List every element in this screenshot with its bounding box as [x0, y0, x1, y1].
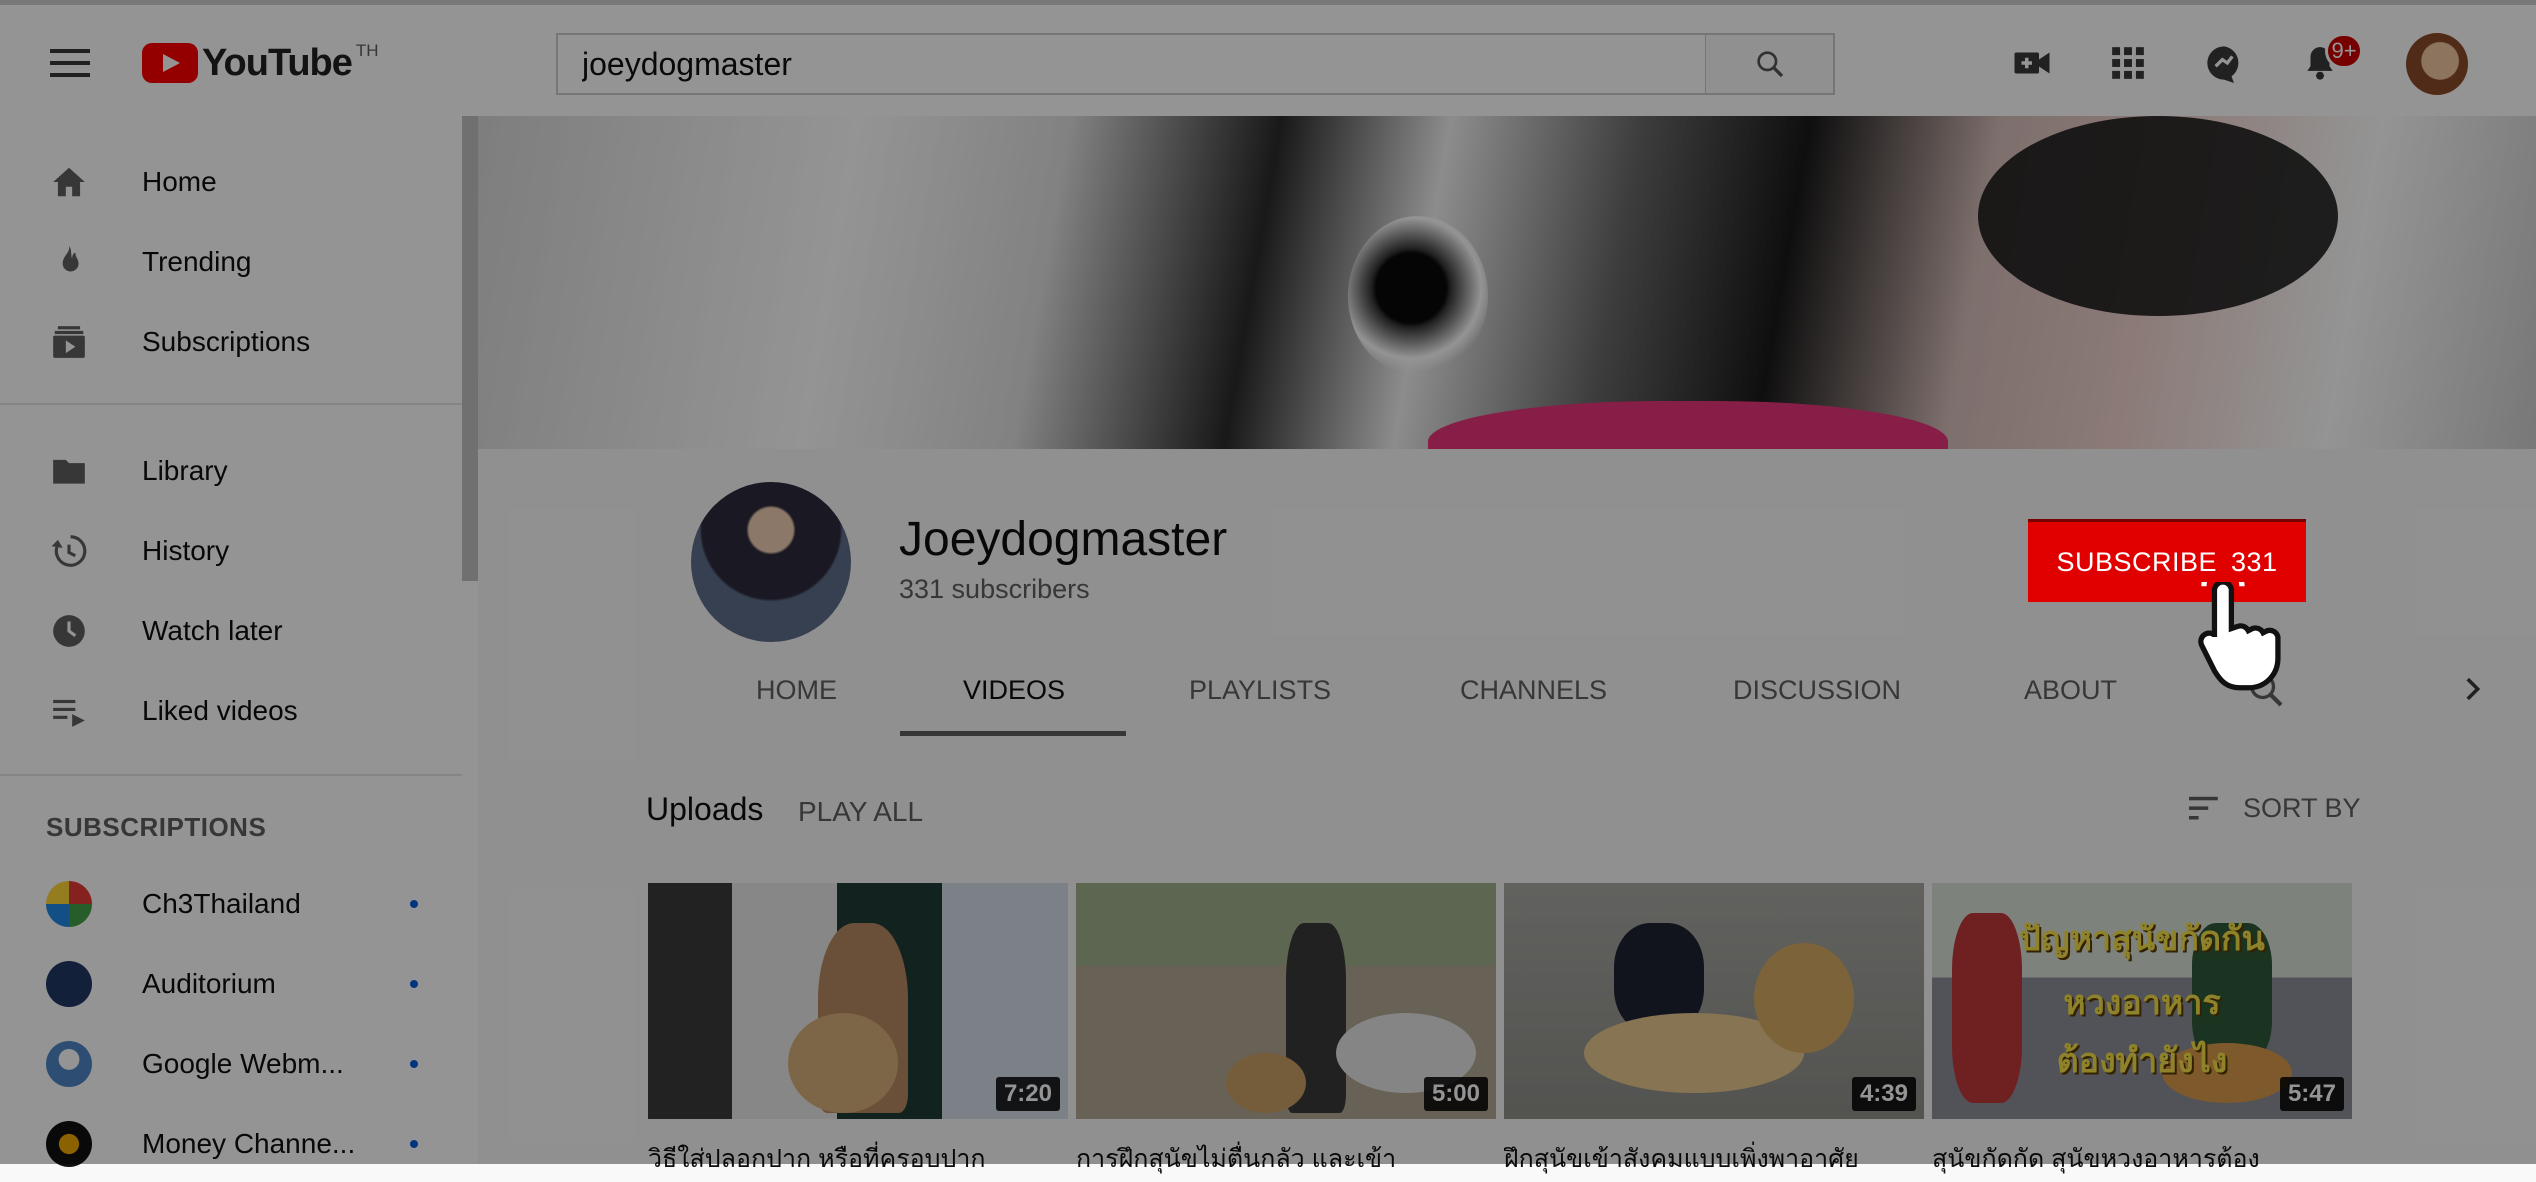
tab-discussion[interactable]: DISCUSSION — [1733, 660, 1901, 720]
thumbnail-text: ปัญหาสุนัขกัดกัน — [2019, 920, 2265, 958]
sidebar-item-trending[interactable]: Trending — [0, 222, 462, 302]
channel-name: Joeydogmaster — [899, 513, 1228, 566]
sidebar-item-label: Library — [142, 455, 228, 486]
apps-grid-icon — [2112, 47, 2144, 79]
subscribe-count: 331 — [2230, 546, 2278, 577]
sidebar-item-label: Home — [142, 166, 217, 197]
video-camera-icon — [2014, 52, 2050, 74]
menu-icon[interactable] — [50, 49, 90, 77]
youtube-logo[interactable]: YouTube TH — [142, 41, 379, 84]
video-title[interactable]: สุนัขกัดกัด สุนัขหวงอาหารต้อง — [1932, 1139, 2352, 1179]
folder-icon — [48, 450, 90, 492]
tab-about[interactable]: ABOUT — [2024, 660, 2117, 720]
video-duration: 4:39 — [1851, 1077, 1916, 1111]
video-title[interactable]: การฝึกสุนัขไม่ตื่นกลัว และเข้า — [1076, 1139, 1496, 1179]
sidebar-item-label: Liked videos — [142, 695, 298, 726]
subscriber-count: 331 subscribers — [899, 574, 1090, 604]
video-card[interactable]: 7:20 วิธีใส่ปลอกปาก หรือที่ครอบปาก — [648, 883, 1068, 1179]
logo-text: YouTube — [202, 41, 353, 84]
thumbnail-text: หวงอาหาร — [2063, 984, 2221, 1022]
apps-button[interactable] — [2104, 39, 2152, 87]
search-input[interactable] — [558, 35, 1705, 93]
sidebar-item-label: Trending — [142, 246, 252, 277]
sidebar-item-label: History — [142, 535, 230, 566]
sort-by-button[interactable]: SORT BY — [2185, 784, 2361, 832]
sidebar-item-label: Watch later — [142, 615, 283, 646]
video-thumbnail[interactable]: 4:39 — [1504, 883, 1924, 1119]
video-title[interactable]: ฝึกสุนัขเข้าสังคมแบบเพิ่งพาอาศัย — [1504, 1139, 1924, 1179]
banner-pink-cloth — [1428, 401, 1948, 449]
channel-avatar-large[interactable] — [691, 482, 851, 642]
sidebar-item-label: Subscriptions — [142, 326, 311, 357]
sidebar-item-library[interactable]: Library — [0, 431, 462, 511]
create-video-button[interactable] — [2008, 39, 2056, 87]
search-icon — [1756, 51, 1783, 78]
sort-by-label: SORT BY — [2243, 792, 2361, 823]
video-duration: 7:20 — [995, 1077, 1060, 1111]
search-button[interactable] — [1706, 33, 1835, 95]
notification-badge: 9+ — [2325, 33, 2363, 69]
tabs-next-button[interactable] — [2455, 672, 2489, 706]
chat-icon — [2207, 46, 2239, 83]
messages-button[interactable] — [2200, 39, 2248, 87]
thumbnail-dog — [1226, 1053, 1306, 1113]
history-icon — [48, 530, 90, 572]
flame-icon — [48, 241, 90, 283]
banner-dark-fur — [1978, 116, 2338, 316]
home-icon — [48, 161, 90, 203]
tab-home[interactable]: HOME — [756, 660, 837, 720]
video-card[interactable]: 5:00 การฝึกสุนัขไม่ตื่นกลัว และเข้า — [1076, 883, 1496, 1179]
tab-videos[interactable]: VIDEOS — [963, 660, 1065, 720]
youtube-play-icon — [142, 43, 198, 83]
banner-dog-eye — [1348, 216, 1488, 376]
sidebar-scrollbar[interactable] — [462, 116, 478, 581]
sidebar-item-history[interactable]: History — [0, 511, 462, 591]
video-thumbnail[interactable]: ปัญหาสุนัขกัดกัน หวงอาหาร ต้องทำยังไง 5:… — [1932, 883, 2352, 1119]
tab-playlists[interactable]: PLAYLISTS — [1189, 660, 1331, 720]
playlist-icon — [48, 690, 90, 732]
video-duration: 5:47 — [2279, 1077, 2344, 1111]
thumbnail-dog — [1754, 943, 1854, 1053]
video-thumbnail[interactable]: 7:20 — [648, 883, 1068, 1119]
sidebar-item-watch-later[interactable]: Watch later — [0, 591, 462, 671]
active-tab-indicator — [900, 731, 1126, 736]
subscriptions-icon — [48, 321, 90, 363]
uploads-heading: Uploads — [646, 791, 764, 827]
video-duration: 5:00 — [1423, 1077, 1488, 1111]
search-box — [556, 33, 1707, 95]
chevron-right-icon — [2466, 677, 2481, 701]
subscribe-label: SUBSCRIBE — [2056, 546, 2217, 577]
sidebar-divider — [0, 403, 462, 405]
account-avatar[interactable] — [2406, 33, 2468, 95]
thumbnail-dog — [788, 1013, 898, 1113]
tab-channels[interactable]: CHANNELS — [1460, 660, 1607, 720]
pointer-hand-icon — [2198, 582, 2281, 691]
top-bar: YouTube TH 9+ — [0, 0, 2536, 116]
sidebar-item-home[interactable]: Home — [0, 142, 462, 222]
sort-icon — [2189, 796, 2218, 820]
country-code: TH — [355, 41, 379, 60]
video-card[interactable]: ปัญหาสุนัขกัดกัน หวงอาหาร ต้องทำยังไง 5:… — [1932, 883, 2352, 1179]
play-all-button[interactable]: PLAY ALL — [798, 796, 923, 828]
sidebar-item-subscriptions[interactable]: Subscriptions — [0, 302, 462, 382]
channel-banner — [478, 116, 2536, 449]
video-title[interactable]: วิธีใส่ปลอกปาก หรือที่ครอบปาก — [648, 1139, 1068, 1179]
clock-icon — [48, 610, 90, 652]
thumbnail-text: ต้องทำยังไง — [2056, 1042, 2228, 1080]
video-card[interactable]: 4:39 ฝึกสุนัขเข้าสังคมแบบเพิ่งพาอาศัย — [1504, 883, 1924, 1179]
video-thumbnail[interactable]: 5:00 — [1076, 883, 1496, 1119]
